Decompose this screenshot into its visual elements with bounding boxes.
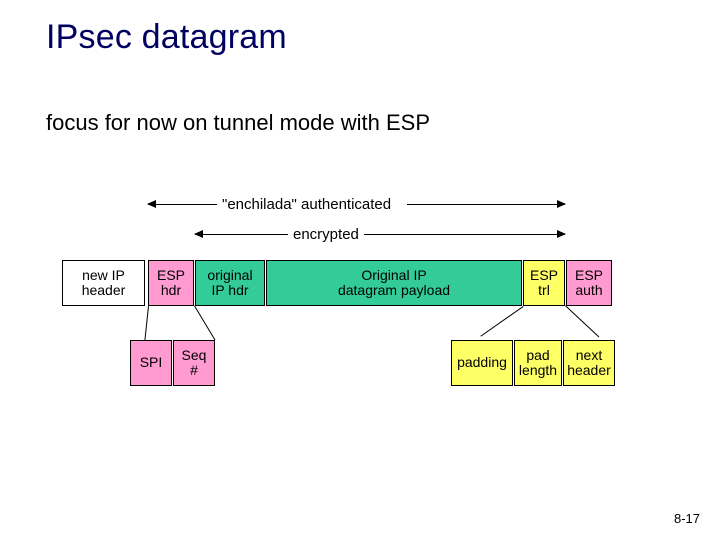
page-number: 8-17 [674, 511, 700, 526]
seg-spi: SPI [130, 340, 172, 386]
seg-pad-length: pad length [514, 340, 562, 386]
enc-span-right [364, 234, 565, 235]
seg-esp-hdr: ESP hdr [148, 260, 194, 306]
page-title: IPsec datagram [46, 18, 287, 57]
seg-padding: padding [451, 340, 513, 386]
seg-orig-ip-hdr: original IP hdr [195, 260, 265, 306]
connector-esp-trl-left [480, 306, 523, 337]
enc-span-label: encrypted [293, 226, 359, 243]
auth-span-label: "enchilada" authenticated [222, 196, 391, 213]
subtitle: focus for now on tunnel mode with ESP [46, 110, 430, 136]
connector-esp-hdr-right [194, 305, 215, 340]
connector-esp-trl-right [565, 305, 599, 337]
seg-payload: Original IP datagram payload [266, 260, 522, 306]
seg-seq: Seq # [173, 340, 215, 386]
enc-span-left [195, 234, 288, 235]
slide: IPsec datagram focus for now on tunnel m… [0, 0, 720, 540]
seg-esp-auth: ESP auth [566, 260, 612, 306]
seg-next-header: next header [563, 340, 615, 386]
seg-esp-trl: ESP trl [523, 260, 565, 306]
auth-span-left [148, 204, 217, 205]
seg-new-ip-header: new IP header [62, 260, 145, 306]
auth-span-right [407, 204, 565, 205]
